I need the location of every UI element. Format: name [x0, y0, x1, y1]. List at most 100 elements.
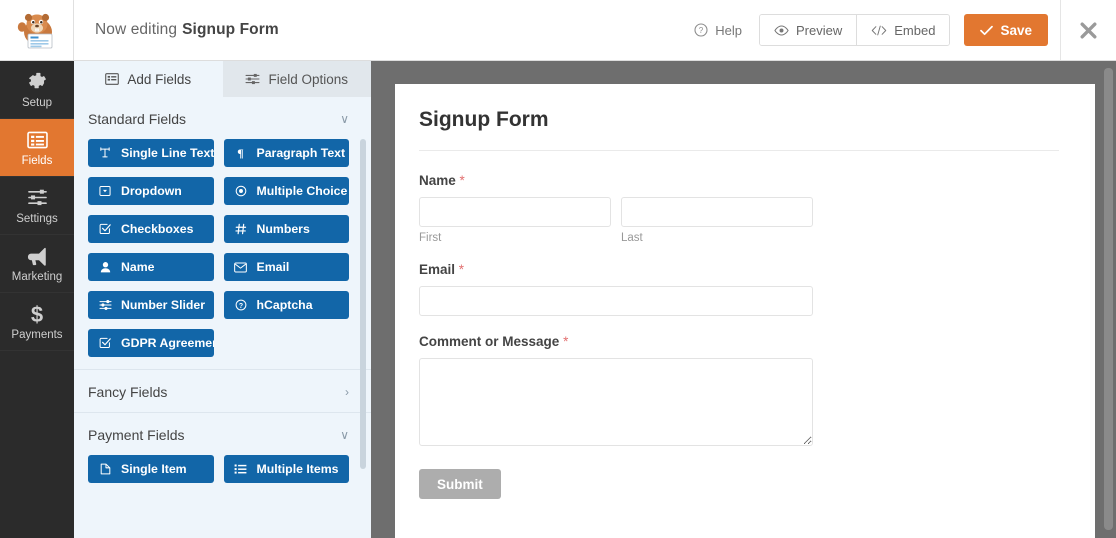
field-button-name[interactable]: Name — [88, 253, 214, 281]
save-button[interactable]: Save — [964, 14, 1048, 46]
field-button-email[interactable]: Email — [223, 253, 349, 281]
sliders-icon — [27, 187, 48, 209]
sidebar-item-label: Payments — [11, 328, 63, 341]
name-last-wrap: Last — [621, 197, 813, 244]
code-icon — [872, 25, 887, 35]
close-icon — [1080, 22, 1097, 38]
field-button-paragraph-text[interactable]: ¶ Paragraph Text — [223, 139, 349, 167]
field-button-dropdown[interactable]: Dropdown — [88, 177, 214, 205]
email-input[interactable] — [419, 286, 813, 316]
help-label: Help — [715, 22, 743, 38]
title-divider — [419, 150, 1059, 151]
checkbox-icon — [98, 337, 112, 349]
panel-scroll-area: Standard Fields ∨ Single Line Text ¶ Par… — [74, 97, 371, 538]
submit-button[interactable]: Submit — [419, 469, 501, 499]
form-name: Signup Form — [182, 21, 279, 38]
field-label-text: Comment or Message — [419, 334, 560, 349]
paragraph-icon: ¶ — [234, 147, 248, 159]
field-label-text: Name — [419, 173, 456, 188]
preview-field-name: Name * First Last — [419, 173, 1059, 244]
embed-button[interactable]: Embed — [856, 15, 950, 45]
envelope-icon — [234, 262, 248, 273]
field-options-icon — [245, 73, 260, 85]
page-scrollbar[interactable] — [1104, 68, 1113, 530]
panel-tabs: Add Fields Field Options — [74, 61, 371, 97]
field-label: Numbers — [256, 222, 310, 236]
eye-icon — [774, 24, 789, 36]
field-button-number-slider[interactable]: Number Slider — [88, 291, 214, 319]
hash-icon — [234, 223, 248, 235]
preview-button[interactable]: Preview — [760, 15, 857, 45]
field-label: Name — [121, 260, 155, 274]
field-button-single-line-text[interactable]: Single Line Text — [88, 139, 214, 167]
field-label: GDPR Agreement — [121, 336, 214, 350]
help-button[interactable]: ? Help — [677, 0, 759, 60]
app-logo — [0, 0, 74, 60]
svg-text:?: ? — [699, 26, 704, 35]
field-button-gdpr-agreement[interactable]: GDPR Agreement — [88, 329, 214, 357]
required-indicator: * — [563, 334, 569, 349]
tab-add-fields[interactable]: Add Fields — [74, 61, 223, 97]
preview-field-email: Email * — [419, 262, 1059, 316]
field-button-hcaptcha[interactable]: ? hCaptcha — [223, 291, 349, 319]
comment-textarea[interactable] — [419, 358, 813, 446]
sidebar-item-fields[interactable]: Fields — [0, 119, 74, 177]
field-label: Comment or Message * — [419, 334, 1059, 349]
field-button-single-item[interactable]: Single Item — [88, 455, 214, 483]
panel-scrollbar[interactable] — [360, 139, 366, 469]
section-header-standard-fields[interactable]: Standard Fields ∨ — [74, 97, 371, 139]
dollar-icon: $ — [29, 303, 45, 325]
tab-field-options[interactable]: Field Options — [222, 61, 371, 97]
sidebar-item-label: Setup — [21, 96, 53, 109]
editing-prefix: Now editing — [95, 21, 178, 38]
standard-fields-grid: Single Line Text ¶ Paragraph Text Dropdo… — [74, 139, 371, 369]
dropdown-icon — [98, 185, 112, 197]
name-first-input[interactable] — [419, 197, 611, 227]
name-subfield-row: First Last — [419, 197, 1059, 244]
field-label: Checkboxes — [121, 222, 194, 236]
field-button-checkboxes[interactable]: Checkboxes — [88, 215, 214, 243]
builder-backdrop — [371, 61, 395, 538]
field-button-multiple-items[interactable]: Multiple Items — [223, 455, 349, 483]
name-last-input[interactable] — [621, 197, 813, 227]
field-label: Multiple Items — [256, 462, 339, 476]
field-button-multiple-choice[interactable]: Multiple Choice — [223, 177, 349, 205]
megaphone-icon — [26, 245, 48, 267]
sidebar-item-settings[interactable]: Settings — [0, 177, 74, 235]
sidebar-item-label: Marketing — [11, 270, 63, 283]
embed-label: Embed — [894, 22, 936, 38]
add-fields-icon — [105, 73, 120, 85]
section-header-fancy-fields[interactable]: Fancy Fields › — [74, 369, 371, 412]
field-button-numbers[interactable]: Numbers — [223, 215, 349, 243]
gear-icon — [27, 71, 48, 93]
question-circle-icon: ? — [234, 299, 248, 311]
sidebar-item-payments[interactable]: $ Payments — [0, 293, 74, 351]
checkbox-icon — [98, 223, 112, 235]
text-icon — [98, 147, 112, 159]
tab-label: Field Options — [268, 71, 349, 87]
field-label: hCaptcha — [256, 298, 313, 312]
preview-label: Preview — [796, 22, 843, 38]
save-label: Save — [1000, 22, 1032, 38]
name-last-sublabel: Last — [621, 232, 643, 244]
chevron-right-icon: › — [345, 385, 349, 399]
list-ul-icon — [234, 463, 248, 475]
name-first-wrap: First — [419, 197, 611, 244]
svg-text:¶: ¶ — [237, 147, 243, 159]
builder-sidebar: Setup Fields Settings Marketing $ Paymen… — [0, 61, 74, 538]
slider-icon — [98, 299, 112, 311]
file-icon — [98, 463, 112, 475]
section-header-payment-fields[interactable]: Payment Fields ∨ — [74, 412, 371, 455]
required-indicator: * — [458, 262, 465, 277]
wpforms-beaver-logo-icon — [17, 13, 52, 49]
list-icon — [26, 129, 48, 151]
svg-text:$: $ — [31, 303, 43, 325]
check-icon — [980, 25, 994, 35]
close-builder-button[interactable] — [1060, 0, 1116, 60]
question-circle-icon: ? — [694, 23, 708, 37]
sidebar-item-setup[interactable]: Setup — [0, 61, 74, 119]
sidebar-item-marketing[interactable]: Marketing — [0, 235, 74, 293]
tab-label: Add Fields — [127, 71, 192, 87]
section-title: Standard Fields — [88, 111, 187, 127]
sidebar-item-label: Settings — [16, 212, 58, 225]
